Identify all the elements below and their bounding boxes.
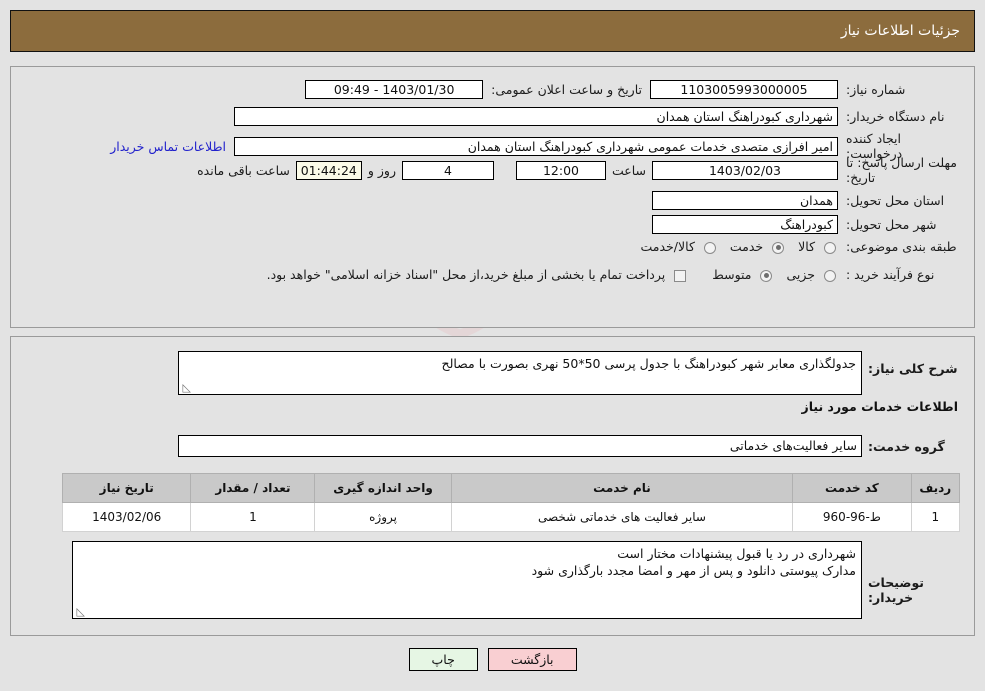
announce-value: 1403/01/30 - 09:49: [305, 80, 484, 99]
service-group-label: گروه خدمت:: [868, 438, 945, 454]
cell-unit: پروژه: [314, 502, 452, 532]
announce-label: تاریخ و ساعت اعلان عمومی:: [491, 82, 642, 97]
deadline-time: 12:00: [515, 160, 606, 180]
row-buyer-notes: توضیحات خریدار: شهرداری در رد یا قبول پی…: [72, 541, 958, 619]
need-summary-value: جدولگذاری معابر شهر کبودراهنگ با جدول پر…: [441, 356, 857, 371]
page-header: جزئیات اطلاعات نیاز: [10, 10, 975, 52]
treasury-note: پرداخت تمام یا بخشی از مبلغ خرید،از محل …: [266, 267, 666, 282]
cell-row: 1: [910, 502, 961, 532]
print-button[interactable]: چاپ: [408, 648, 478, 671]
category-option-label: خدمت: [729, 239, 764, 254]
col-unit: واحد اندازه گیری: [314, 473, 452, 503]
city-label: شهر محل تحویل:: [846, 217, 937, 232]
services-section-title: اطلاعات خدمات مورد نیاز: [801, 399, 959, 414]
need-summary-label: شرح کلی نیاز:: [868, 361, 958, 376]
category-option-label: کالا: [798, 239, 816, 254]
col-name: نام خدمت: [450, 473, 794, 503]
buyer-notes-line2: مدارک پیوستی دانلود و پس از مهر و امضا م…: [531, 563, 856, 578]
action-buttons: بازگشت چاپ: [0, 648, 985, 671]
process-option-label: متوسط: [712, 267, 752, 282]
need-info-panel: شماره نیاز: 1103005993000005 تاریخ و ساع…: [10, 66, 975, 328]
row-buyer-org: نام دستگاه خریدار: شهرداری کبودراهنگ است…: [234, 107, 958, 126]
requester-value: امیر افرازی متصدی خدمات عمومی شهرداری کب…: [234, 136, 838, 156]
page-title: جزئیات اطلاعات نیاز: [840, 23, 960, 39]
need-summary-box[interactable]: جدولگذاری معابر شهر کبودراهنگ با جدول پر…: [178, 351, 862, 395]
col-code: کد خدمت: [792, 473, 912, 503]
row-service-group: گروه خدمت: سایر فعالیت‌های خدماتی: [178, 435, 958, 457]
province-label: استان محل تحویل:: [846, 193, 945, 208]
items-table: ردیف کد خدمت نام خدمت واحد اندازه گیری ت…: [61, 473, 961, 532]
countdown-timer: 01:44:24: [295, 160, 362, 180]
treasury-checkbox-group[interactable]: پرداخت تمام یا بخشی از مبلغ خرید،از محل …: [267, 267, 687, 282]
city-value: کبودراهنگ: [652, 215, 838, 234]
table-row: 1 ط-96-960 سایر فعالیت های خدماتی شخصی پ…: [61, 502, 961, 532]
hour-label: ساعت: [611, 162, 646, 178]
process-label: نوع فرآیند خرید :: [846, 267, 935, 282]
radio-kala-khedmat[interactable]: [703, 241, 716, 254]
buyer-contact-link[interactable]: اطلاعات تماس خریدار: [110, 139, 226, 154]
radio-kala[interactable]: [824, 241, 836, 254]
row-city: شهر محل تحویل: کبودراهنگ: [652, 215, 958, 234]
back-button[interactable]: بازگشت: [487, 648, 577, 671]
radio-jozyi[interactable]: [824, 269, 836, 282]
cell-date: 1403/02/06: [61, 502, 192, 532]
row-process-type: نوع فرآیند خرید : جزیی متوسط پرداخت تمام…: [267, 267, 958, 282]
items-table-body: 1 ط-96-960 سایر فعالیت های خدماتی شخصی پ…: [61, 502, 961, 532]
row-need-number: شماره نیاز: 1103005993000005: [650, 80, 958, 99]
buyer-org-label: نام دستگاه خریدار:: [846, 109, 945, 124]
province-value: همدان: [652, 191, 838, 210]
category-option-kala[interactable]: کالا: [784, 239, 836, 254]
cell-code: ط-96-960: [792, 502, 912, 532]
buyer-notes-box[interactable]: شهرداری در رد یا قبول پیشنهادات مختار اس…: [72, 541, 862, 619]
process-option-label: جزیی: [786, 267, 816, 282]
buyer-notes-line1: شهرداری در رد یا قبول پیشنهادات مختار اس…: [617, 546, 856, 561]
col-date: تاریخ نیاز: [61, 473, 192, 503]
category-label: طبقه بندی موضوعی:: [846, 239, 957, 254]
resize-grip-icon[interactable]: ◺: [181, 382, 191, 393]
items-table-head: ردیف کد خدمت نام خدمت واحد اندازه گیری ت…: [61, 473, 961, 503]
cell-name: سایر فعالیت های خدماتی شخصی: [450, 502, 794, 532]
radio-motevaset[interactable]: [760, 269, 773, 282]
row-deadline: مهلت ارسال پاسخ: تا تاریخ: 1403/02/03 سا…: [191, 155, 958, 185]
cell-qty: 1: [190, 502, 316, 532]
row-announce: تاریخ و ساعت اعلان عمومی: 1403/01/30 - 0…: [305, 80, 642, 99]
category-option-label: کالا/خدمت: [640, 239, 695, 254]
days-label: روز و: [367, 162, 396, 178]
process-option-jozyi[interactable]: جزیی: [772, 267, 836, 282]
treasury-checkbox[interactable]: [674, 269, 687, 282]
need-number-value: 1103005993000005: [650, 80, 838, 99]
deadline-label: مهلت ارسال پاسخ: تا تاریخ:: [846, 155, 957, 185]
row-need-summary: شرح کلی نیاز: جدولگذاری معابر شهر کبودرا…: [178, 351, 958, 395]
row-category: طبقه بندی موضوعی: کالا خدمت کالا/خدمت: [627, 239, 958, 254]
deadline-date: 1403/02/03: [652, 160, 838, 180]
buyer-org-value: شهرداری کبودراهنگ استان همدان: [234, 107, 838, 126]
need-number-label: شماره نیاز:: [846, 82, 906, 97]
table-header-row: ردیف کد خدمت نام خدمت واحد اندازه گیری ت…: [61, 473, 961, 503]
row-province: استان محل تحویل: همدان: [652, 191, 958, 210]
col-row: ردیف: [910, 473, 961, 503]
service-group-value: سایر فعالیت‌های خدماتی: [178, 435, 862, 457]
buyer-notes-label: توضیحات خریدار:: [868, 575, 924, 605]
countdown-label: ساعت باقی مانده: [197, 162, 290, 178]
radio-khedmat[interactable]: [772, 241, 785, 254]
category-option-khedmat[interactable]: خدمت: [716, 239, 785, 254]
process-option-motevaset[interactable]: متوسط: [698, 267, 773, 282]
need-details-panel: شرح کلی نیاز: جدولگذاری معابر شهر کبودرا…: [10, 336, 975, 636]
page-root: AriaTender.net جزئیات اطلاعات نیاز شماره…: [0, 0, 985, 691]
days-remaining: 4: [401, 160, 494, 180]
category-option-kala-khedmat[interactable]: کالا/خدمت: [627, 239, 716, 254]
resize-grip-icon[interactable]: ◺: [75, 606, 85, 617]
col-qty: تعداد / مقدار: [190, 473, 316, 503]
